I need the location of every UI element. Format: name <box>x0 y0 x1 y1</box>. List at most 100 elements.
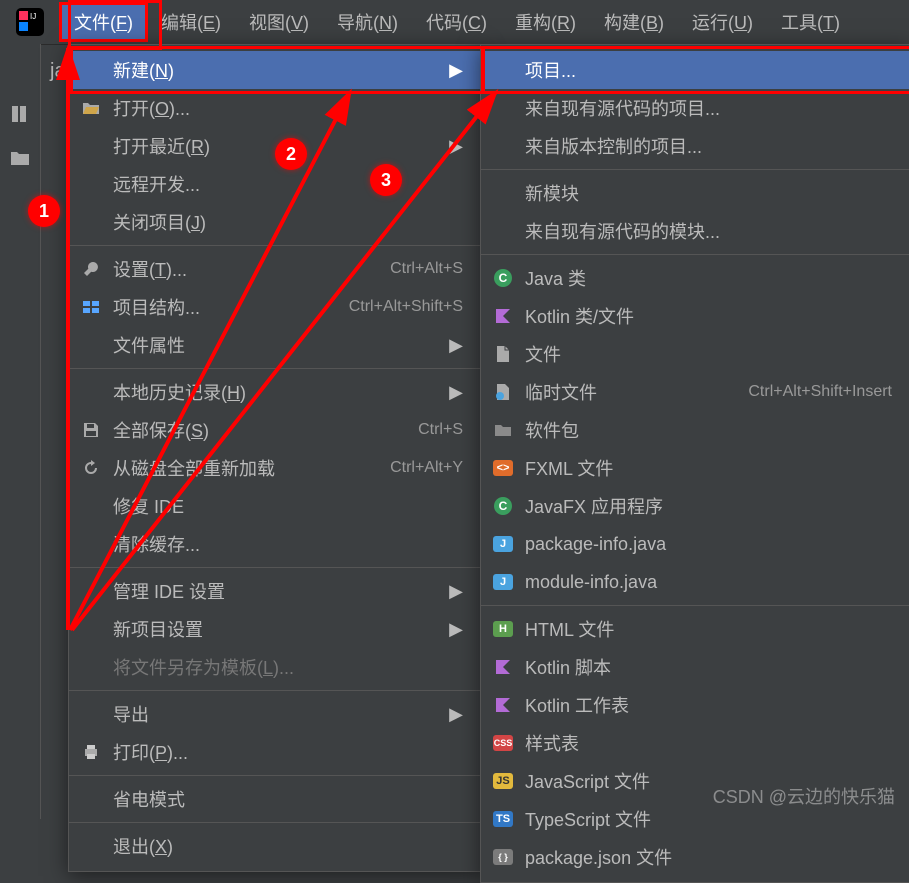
print-icon <box>79 743 103 761</box>
new-menu-separator <box>481 605 909 606</box>
new-menu-item-0[interactable]: 项目... <box>481 51 909 89</box>
new-menu-item-8[interactable]: Kotlin 类/文件 <box>481 297 909 335</box>
file-menu-item-12[interactable]: 从磁盘全部重新加载Ctrl+Alt+Y <box>69 449 481 487</box>
file-menu-item-0[interactable]: 新建(N)▶ <box>69 51 481 89</box>
new-menu-item-13[interactable]: CJavaFX 应用程序 <box>481 487 909 525</box>
file-menu-item-11[interactable]: 全部保存(S)Ctrl+S <box>69 411 481 449</box>
file-menu-item-20[interactable]: 导出 ▶ <box>69 695 481 733</box>
new-menu-item-15[interactable]: Jmodule-info.java <box>481 563 909 601</box>
file-menu-label-11: 全部保存(S) <box>113 417 418 443</box>
file-menu-item-2[interactable]: 打开最近(R)▶ <box>69 127 481 165</box>
file-menu-label-3: 远程开发... <box>113 171 463 197</box>
file-menu-label-25: 退出(X) <box>113 833 463 859</box>
wrench-icon <box>79 260 103 278</box>
new-menu-item-12[interactable]: <>FXML 文件 <box>481 449 909 487</box>
new-menu-item-19[interactable]: Kotlin 工作表 <box>481 686 909 724</box>
file-menu-label-0: 新建(N) <box>113 57 441 83</box>
file-menu-label-16: 管理 IDE 设置 <box>113 578 441 604</box>
menubar-item-c[interactable]: 代码(C) <box>412 3 501 41</box>
new-menu-label-7: Java 类 <box>525 265 892 291</box>
new-menu-label-18: Kotlin 脚本 <box>525 654 892 680</box>
new-menu-label-0: 项目... <box>525 57 892 83</box>
submenu-arrow-icon: ▶ <box>449 704 463 725</box>
new-menu-label-4: 新模块 <box>525 180 892 206</box>
file-menu-item-1[interactable]: 打开(O)... <box>69 89 481 127</box>
file-menu-separator <box>69 245 481 246</box>
file-menu-item-8[interactable]: 文件属性 ▶ <box>69 326 481 364</box>
ts-icon: TS <box>491 811 515 827</box>
file-menu-label-13: 修复 IDE <box>113 493 463 519</box>
menubar-item-v[interactable]: 视图(V) <box>235 3 323 41</box>
new-menu-label-19: Kotlin 工作表 <box>525 692 892 718</box>
new-menu-item-20[interactable]: CSS 样式表 <box>481 724 909 762</box>
file-menu-item-16[interactable]: 管理 IDE 设置▶ <box>69 572 481 610</box>
js-icon: JS <box>491 773 515 789</box>
new-menu-label-20: 样式表 <box>525 730 892 756</box>
db-tool-icon[interactable] <box>10 104 30 129</box>
file-menu-item-10[interactable]: 本地历史记录(H)▶ <box>69 373 481 411</box>
submenu-arrow-icon: ▶ <box>449 136 463 157</box>
new-menu-label-9: 文件 <box>525 341 892 367</box>
file-menu-label-6: 设置(T)... <box>113 256 390 282</box>
new-menu-item-18[interactable]: Kotlin 脚本 <box>481 648 909 686</box>
new-menu-label-11: 软件包 <box>525 417 892 443</box>
file-menu-separator <box>69 822 481 823</box>
new-menu-item-17[interactable]: HHTML 文件 <box>481 610 909 648</box>
menubar-item-t[interactable]: 工具(T) <box>767 3 854 41</box>
file-menu-item-25[interactable]: 退出(X) <box>69 827 481 865</box>
new-menu-label-2: 来自版本控制的项目... <box>525 133 892 159</box>
file-menu-label-23: 省电模式 <box>113 786 463 812</box>
new-menu-label-12: FXML 文件 <box>525 455 892 481</box>
new-menu-item-10[interactable]: 临时文件Ctrl+Alt+Shift+Insert <box>481 373 909 411</box>
file-menu-item-6[interactable]: 设置(T)...Ctrl+Alt+S <box>69 250 481 288</box>
file-menu-item-23[interactable]: 省电模式 <box>69 780 481 818</box>
file-menu-item-3[interactable]: 远程开发... <box>69 165 481 203</box>
menubar-item-e[interactable]: 编辑(E) <box>147 3 235 41</box>
new-menu-label-17: HTML 文件 <box>525 616 892 642</box>
menubar: IJ 文件(F)编辑(E)视图(V)导航(N)代码(C)重构(R)构建(B)运行… <box>0 0 909 45</box>
file-menu-item-17[interactable]: 新项目设置▶ <box>69 610 481 648</box>
shortcut-label: Ctrl+Alt+S <box>390 260 463 278</box>
submenu-arrow-icon: ▶ <box>449 335 463 356</box>
file-menu-item-14[interactable]: 清除缓存... <box>69 525 481 563</box>
new-menu-item-7[interactable]: C Java 类 <box>481 259 909 297</box>
new-menu-item-1[interactable]: 来自现有源代码的项目... <box>481 89 909 127</box>
kotlin-icon <box>491 696 515 714</box>
file-menu-item-21[interactable]: 打印(P)... <box>69 733 481 771</box>
file-menu-item-4[interactable]: 关闭项目(J) <box>69 203 481 241</box>
java-icon: J <box>491 536 515 552</box>
file-menu-item-7[interactable]: 项目结构...Ctrl+Alt+Shift+S <box>69 288 481 326</box>
file-menu-label-17: 新项目设置 <box>113 616 441 642</box>
menubar-item-n[interactable]: 导航(N) <box>323 3 412 41</box>
css-icon: CSS <box>491 735 515 751</box>
menubar-item-b[interactable]: 构建(B) <box>590 3 678 41</box>
new-menu-label-5: 来自现有源代码的模块... <box>525 218 892 244</box>
new-menu-item-9[interactable]: 文件 <box>481 335 909 373</box>
file-menu-label-8: 文件属性 <box>113 332 441 358</box>
file-menu-label-20: 导出 <box>113 701 441 727</box>
new-menu-label-10: 临时文件 <box>525 379 748 405</box>
new-menu-item-14[interactable]: Jpackage-info.java <box>481 525 909 563</box>
new-menu-item-4[interactable]: 新模块 <box>481 174 909 212</box>
menubar-item-f[interactable]: 文件(F) <box>60 3 147 41</box>
shortcut-label: Ctrl+S <box>418 421 463 439</box>
new-menu-item-23[interactable]: { }package.json 文件 <box>481 838 909 876</box>
menubar-item-u[interactable]: 运行(U) <box>678 3 767 41</box>
new-menu-item-5[interactable]: 来自现有源代码的模块... <box>481 212 909 250</box>
new-menu-separator <box>481 169 909 170</box>
svg-text:IJ: IJ <box>30 12 36 21</box>
scratch-icon <box>491 383 515 401</box>
folder-tool-icon[interactable] <box>10 149 30 172</box>
java-icon: J <box>491 574 515 590</box>
file-menu-item-13[interactable]: 修复 IDE <box>69 487 481 525</box>
new-menu-item-2[interactable]: 来自版本控制的项目... <box>481 127 909 165</box>
file-menu-label-12: 从磁盘全部重新加载 <box>113 455 390 481</box>
file-menu-separator <box>69 775 481 776</box>
file-menu-label-14: 清除缓存... <box>113 531 463 557</box>
menubar-item-r[interactable]: 重构(R) <box>501 3 590 41</box>
c-badge-icon: C <box>491 269 515 287</box>
new-menu-item-11[interactable]: 软件包 <box>481 411 909 449</box>
shortcut-label: Ctrl+Alt+Y <box>390 459 463 477</box>
file-menu-separator <box>69 567 481 568</box>
structure-icon <box>79 298 103 316</box>
